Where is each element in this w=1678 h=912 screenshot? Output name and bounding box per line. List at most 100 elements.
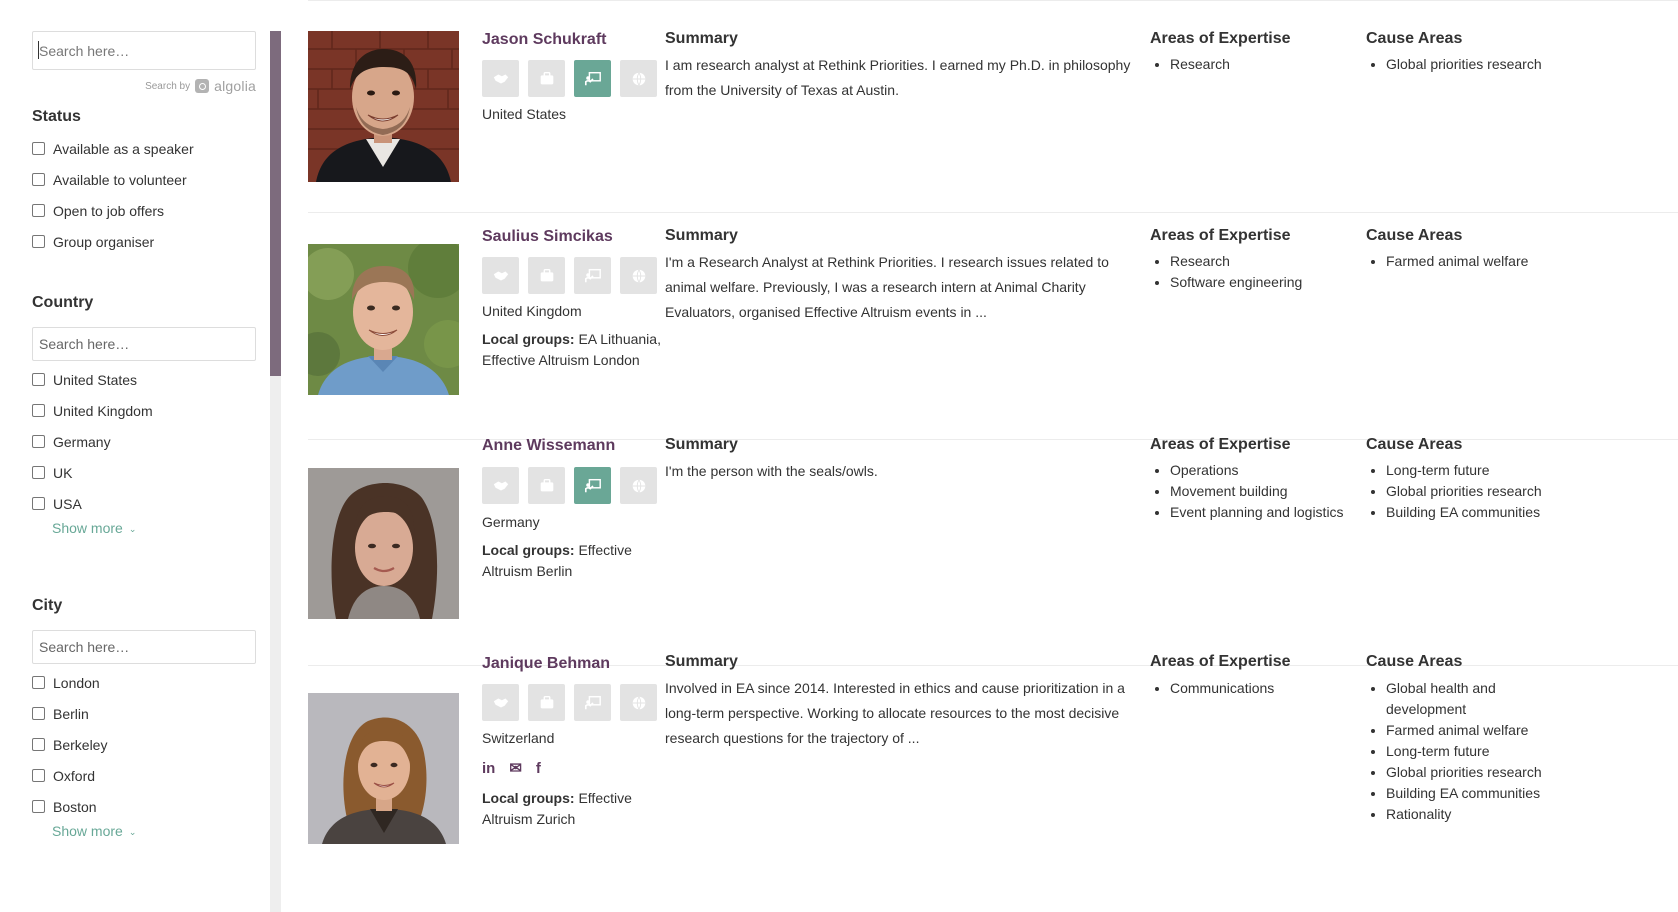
- briefcase-icon: [528, 467, 565, 504]
- checkbox[interactable]: [32, 235, 45, 248]
- person-country: United Kingdom: [482, 303, 582, 319]
- cause-areas-heading: Cause Areas: [1366, 30, 1463, 47]
- checkbox[interactable]: [32, 769, 45, 782]
- country-option-united-states[interactable]: United States: [32, 364, 256, 395]
- status-option-volunteer[interactable]: Available to volunteer: [32, 164, 256, 195]
- person-name-link[interactable]: Anne Wissemann: [482, 437, 615, 455]
- checkbox[interactable]: [32, 707, 45, 720]
- city-option-label: Berkeley: [53, 736, 108, 753]
- country-option-germany[interactable]: Germany: [32, 426, 256, 457]
- local-groups-label: Local groups:: [482, 331, 575, 347]
- cause-areas-list: Long-term future Global priorities resea…: [1366, 460, 1566, 523]
- search-input[interactable]: [32, 31, 256, 70]
- status-option-group-organiser[interactable]: Group organiser: [32, 226, 256, 257]
- summary-text: I'm a Research Analyst at Rethink Priori…: [665, 254, 1109, 320]
- country-option-uk[interactable]: UK: [32, 457, 256, 488]
- summary-heading: Summary: [665, 227, 738, 244]
- country-facet-list: United States United Kingdom Germany UK …: [32, 364, 256, 519]
- cause-areas-heading: Cause Areas: [1366, 436, 1463, 453]
- checkbox[interactable]: [32, 435, 45, 448]
- city-show-more-link[interactable]: Show more ⌄: [52, 823, 136, 839]
- checkbox[interactable]: [32, 800, 45, 813]
- status-option-label: Group organiser: [53, 233, 155, 250]
- checkbox[interactable]: [32, 373, 45, 386]
- email-icon[interactable]: ✉: [509, 759, 522, 777]
- cause-area-item: Farmed animal welfare: [1386, 720, 1548, 741]
- checkbox[interactable]: [32, 738, 45, 751]
- summary-text: Involved in EA since 2014. Interested in…: [665, 680, 1125, 746]
- status-option-speaker[interactable]: Available as a speaker: [32, 133, 256, 164]
- country-option-label: USA: [53, 495, 82, 512]
- expertise-item: Movement building: [1170, 481, 1355, 502]
- handshake-icon: [482, 467, 519, 504]
- linkedin-icon[interactable]: in: [482, 760, 495, 777]
- local-groups-label: Local groups:: [482, 542, 575, 558]
- expertise-item: Communications: [1170, 678, 1350, 699]
- city-option-berlin[interactable]: Berlin: [32, 698, 256, 729]
- country-show-more-link[interactable]: Show more ⌄: [52, 520, 136, 536]
- cause-area-item: Long-term future: [1386, 460, 1566, 481]
- checkbox[interactable]: [32, 466, 45, 479]
- status-option-label: Available to volunteer: [53, 171, 187, 188]
- checkbox[interactable]: [32, 676, 45, 689]
- city-search-input[interactable]: [32, 630, 256, 664]
- city-option-oxford[interactable]: Oxford: [32, 760, 256, 791]
- cause-area-item: Building EA communities: [1386, 783, 1548, 804]
- city-option-label: Oxford: [53, 767, 96, 784]
- country-search-input[interactable]: [32, 327, 256, 361]
- summary-text: I am research analyst at Rethink Priorit…: [665, 57, 1131, 98]
- person-card: Janique Behman Switzerland in ✉ f Local …: [308, 653, 1678, 912]
- cause-area-item: Building EA communities: [1386, 502, 1566, 523]
- country-option-label: United States: [53, 371, 138, 388]
- presenter-icon: [574, 467, 611, 504]
- checkbox[interactable]: [32, 404, 45, 417]
- cause-areas-list: Farmed animal welfare: [1366, 251, 1566, 272]
- city-option-boston[interactable]: Boston: [32, 791, 256, 822]
- city-option-label: Berlin: [53, 705, 89, 722]
- person-name-link[interactable]: Jason Schukraft: [482, 31, 606, 49]
- profile-photo[interactable]: [308, 468, 459, 619]
- local-groups: Local groups: Effective Altruism Zurich: [482, 788, 682, 830]
- checkbox[interactable]: [32, 497, 45, 510]
- profile-photo[interactable]: [308, 31, 459, 182]
- cause-area-item: Rationality: [1386, 804, 1548, 825]
- presenter-icon: [574, 257, 611, 294]
- city-option-label: London: [53, 674, 100, 691]
- country-option-united-kingdom[interactable]: United Kingdom: [32, 395, 256, 426]
- handshake-icon: [482, 257, 519, 294]
- person-country: Germany: [482, 514, 540, 530]
- expertise-heading: Areas of Expertise: [1150, 653, 1291, 670]
- expertise-heading: Areas of Expertise: [1150, 227, 1291, 244]
- expertise-list: Communications: [1150, 678, 1350, 699]
- status-option-job-offers[interactable]: Open to job offers: [32, 195, 256, 226]
- status-facet-list: Available as a speaker Available to volu…: [32, 133, 256, 257]
- social-links: in ✉ f: [482, 759, 541, 778]
- person-country: Switzerland: [482, 730, 555, 746]
- person-card: Saulius Simcikas United Kingdom Local gr…: [308, 213, 1678, 440]
- person-name-link[interactable]: Janique Behman: [482, 655, 610, 673]
- sidebar-scrollbar-thumb[interactable]: [270, 31, 281, 376]
- algolia-wordmark: algolia: [214, 78, 256, 94]
- person-card: Anne Wissemann Germany Local groups: Eff…: [308, 436, 1678, 666]
- city-option-label: Boston: [53, 798, 97, 815]
- checkbox[interactable]: [32, 142, 45, 155]
- cause-areas-heading: Cause Areas: [1366, 227, 1463, 244]
- checkbox[interactable]: [32, 173, 45, 186]
- facebook-icon[interactable]: f: [536, 760, 541, 777]
- cause-area-item: Farmed animal welfare: [1386, 251, 1566, 272]
- city-option-london[interactable]: London: [32, 667, 256, 698]
- briefcase-icon: [528, 60, 565, 97]
- algolia-logo-icon: [195, 79, 210, 93]
- checkbox[interactable]: [32, 204, 45, 217]
- person-name-link[interactable]: Saulius Simcikas: [482, 228, 613, 246]
- city-option-berkeley[interactable]: Berkeley: [32, 729, 256, 760]
- filter-sidebar: Search by algolia Status Available as a …: [0, 0, 270, 912]
- person-card: Jason Schukraft United States Summary I …: [308, 0, 1678, 213]
- text-cursor: [38, 41, 39, 59]
- country-option-usa[interactable]: USA: [32, 488, 256, 519]
- profile-photo[interactable]: [308, 693, 459, 844]
- expertise-item: Research: [1170, 54, 1350, 75]
- algolia-attribution[interactable]: Search by algolia: [140, 77, 256, 95]
- profile-photo[interactable]: [308, 244, 459, 395]
- cause-areas-heading: Cause Areas: [1366, 653, 1463, 670]
